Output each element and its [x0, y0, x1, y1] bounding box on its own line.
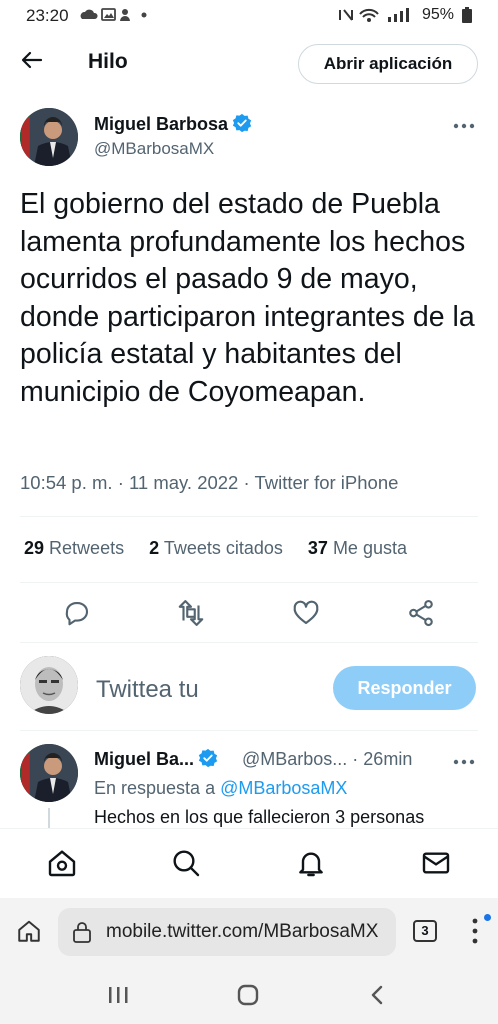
share-icon[interactable]: [406, 598, 436, 628]
in-reply-to-link[interactable]: @MBarbosaMX: [220, 778, 347, 798]
browser-home-icon[interactable]: [16, 918, 42, 949]
reply-input[interactable]: Twittea tu: [96, 676, 199, 704]
quotes-stat[interactable]: 2 Tweets citados: [149, 538, 283, 558]
quotes-count: 2: [149, 538, 160, 558]
user-avatar[interactable]: [20, 656, 78, 714]
reply-tweet-text: Hechos en los que fallecieron 3 personas: [94, 807, 425, 827]
status-right: 95%: [338, 6, 472, 24]
reply-submit-button[interactable]: Responder: [333, 666, 476, 710]
status-time: 23:20: [26, 6, 69, 25]
reply-icon[interactable]: [62, 598, 92, 628]
address-bar[interactable]: mobile.twitter.com/MBarbosaMX: [58, 908, 396, 956]
tweet-timestamp[interactable]: 10:54 p. m. · 11 may. 2022 · Twitter for…: [20, 472, 398, 494]
system-home-icon[interactable]: [236, 983, 260, 1012]
tweet-text: El gobierno del estado de Puebla lamenta…: [20, 188, 475, 408]
retweet-icon[interactable]: [176, 598, 206, 628]
system-nav-bar: [0, 970, 498, 1024]
browser-menu-icon[interactable]: [470, 916, 480, 946]
bottom-nav: [0, 828, 498, 898]
battery-icon: [462, 7, 472, 23]
like-heart-icon[interactable]: [291, 598, 321, 628]
notifications-bell-icon[interactable]: [295, 847, 327, 879]
reply-author-name[interactable]: Miguel Ba...: [94, 748, 218, 770]
divider: [20, 516, 478, 517]
reply-author-handle[interactable]: @MBarbos... · 26min: [242, 749, 412, 770]
url-text: mobile.twitter.com/MBarbosaMX: [106, 921, 379, 942]
home-icon[interactable]: [46, 847, 78, 879]
likes-label: Me gusta: [332, 538, 407, 558]
open-app-button[interactable]: Abrir aplicación: [298, 44, 478, 84]
divider: [20, 730, 478, 731]
browser-bar: mobile.twitter.com/MBarbosaMX 3: [0, 898, 498, 970]
retweets-count: 29: [24, 538, 45, 558]
tab-switcher-button[interactable]: 3: [413, 920, 437, 942]
likes-stat[interactable]: 37 Me gusta: [308, 538, 407, 558]
recent-apps-icon[interactable]: [106, 984, 130, 1011]
verified-badge-icon: [198, 748, 218, 768]
more-options-icon[interactable]: [452, 118, 476, 138]
quotes-label: Tweets citados: [163, 538, 283, 558]
author-name[interactable]: Miguel Barbosa: [94, 113, 252, 135]
in-reply-to-prefix: En respuesta a: [94, 778, 216, 798]
reply-author-name-text: Miguel Ba...: [94, 749, 195, 769]
search-icon[interactable]: [170, 847, 202, 879]
author-avatar[interactable]: [20, 108, 78, 166]
thread-line: [48, 808, 50, 830]
author-handle[interactable]: @MBarbosaMX: [94, 139, 214, 159]
top-header: Hilo Abrir aplicación: [0, 32, 498, 94]
notification-glyphs-icon: [80, 8, 147, 21]
signal-wifi-icon: [338, 8, 409, 22]
retweets-stat[interactable]: 29 Retweets: [24, 538, 124, 558]
in-reply-to: En respuesta a @MBarbosaMX: [94, 778, 347, 799]
lock-icon: [72, 920, 92, 949]
battery-text: 95%: [421, 6, 454, 23]
reply-more-options-icon[interactable]: [452, 754, 476, 774]
page-title: Hilo: [88, 50, 128, 73]
divider: [20, 582, 478, 583]
divider: [20, 642, 478, 643]
author-name-text: Miguel Barbosa: [94, 114, 229, 134]
verified-badge-icon: [232, 113, 252, 133]
messages-mail-icon[interactable]: [420, 847, 452, 879]
system-back-icon[interactable]: [366, 983, 390, 1012]
tweet-stats: 29 Retweets 2 Tweets citados 37 Me gusta: [24, 538, 427, 559]
status-bar: 23:20 95%: [0, 0, 498, 32]
update-dot: [484, 914, 491, 921]
reply-author-avatar[interactable]: [20, 744, 78, 802]
retweets-label: Retweets: [49, 538, 125, 558]
notification-icons: [80, 6, 150, 27]
back-arrow-icon[interactable]: [20, 48, 46, 76]
likes-count: 37: [307, 538, 328, 558]
